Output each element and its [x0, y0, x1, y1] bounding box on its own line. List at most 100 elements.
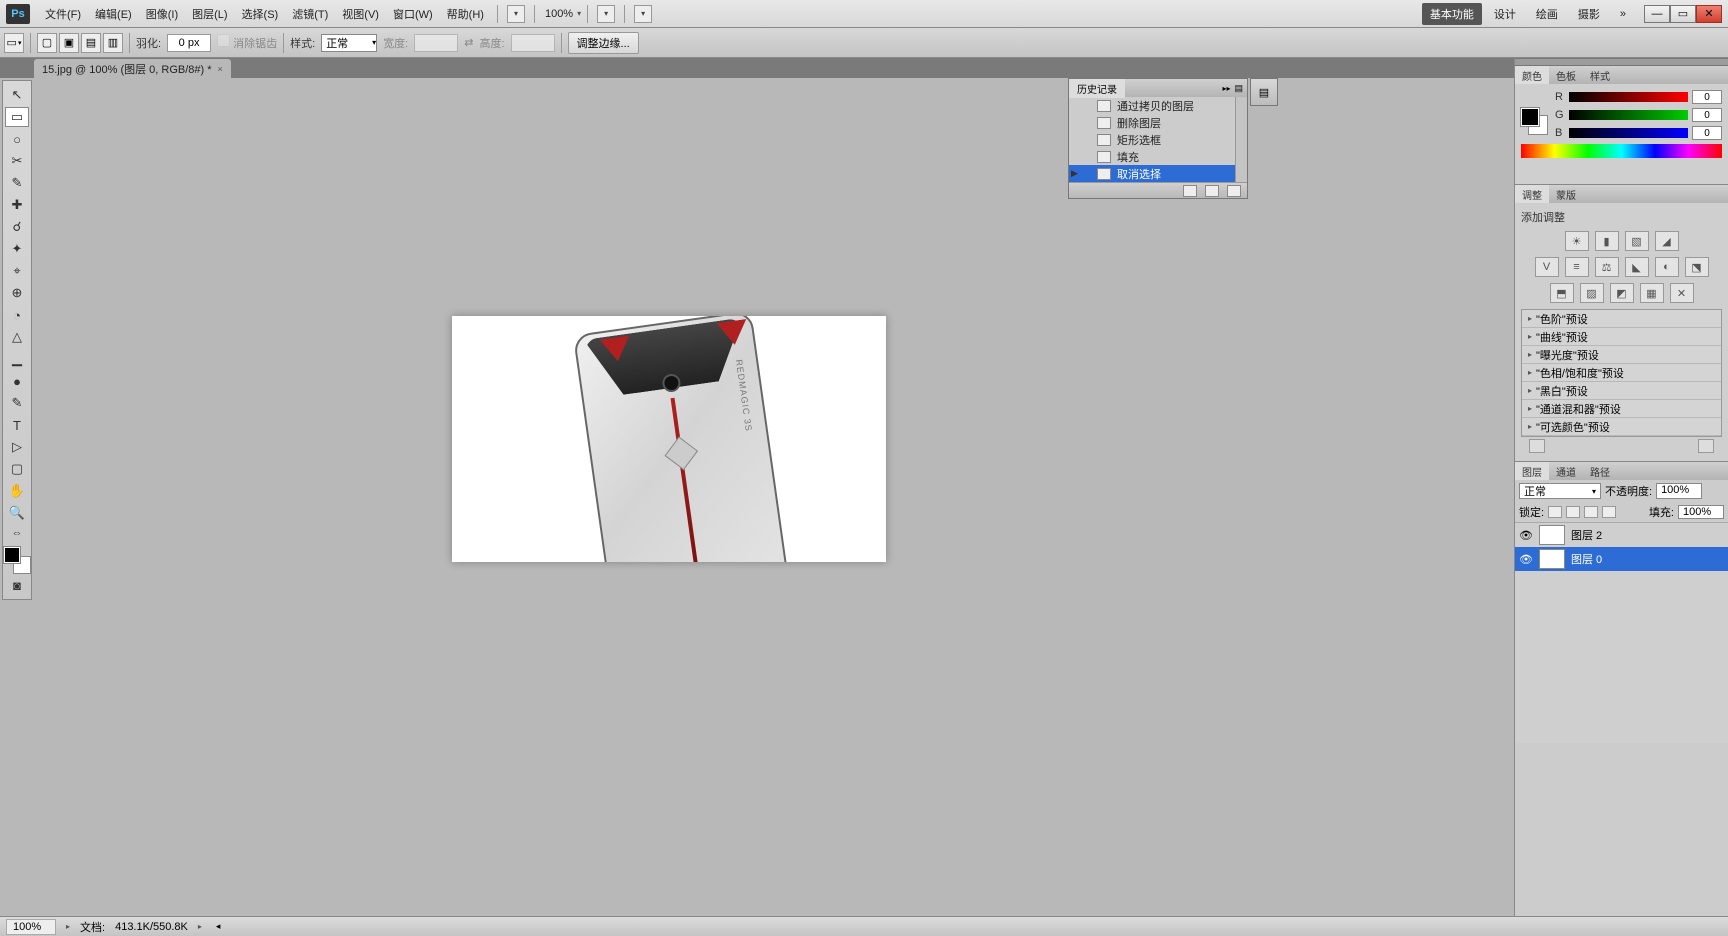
hscroll-left-icon[interactable]: ◂: [216, 921, 221, 932]
selection-new-icon[interactable]: ▢: [37, 33, 57, 53]
adj-brightness-icon[interactable]: ☀: [1565, 231, 1589, 251]
preset-curves[interactable]: "曲线"预设: [1522, 328, 1721, 346]
adj-selectivecolor-icon[interactable]: ✕: [1670, 283, 1694, 303]
quick-select-tool[interactable]: ✂: [5, 151, 29, 171]
lock-transparent-icon[interactable]: [1548, 506, 1562, 518]
history-step[interactable]: 通过拷贝的图层: [1069, 97, 1247, 114]
menu-file[interactable]: 文件(F): [38, 4, 88, 24]
status-info-arrow-icon[interactable]: ▸: [198, 922, 202, 931]
tab-swatches[interactable]: 色板: [1549, 66, 1583, 84]
layer-thumbnail[interactable]: [1539, 549, 1565, 569]
layer-thumbnail[interactable]: [1539, 525, 1565, 545]
selection-intersect-icon[interactable]: ▥: [103, 33, 123, 53]
lock-pixels-icon[interactable]: [1566, 506, 1580, 518]
layer-visibility-icon[interactable]: 👁: [1519, 552, 1533, 566]
feather-input[interactable]: [167, 34, 211, 52]
adj-photofilter-icon[interactable]: ◐: [1655, 257, 1679, 277]
menu-help[interactable]: 帮助(H): [440, 4, 491, 24]
history-dock-icon[interactable]: ▤: [1250, 78, 1278, 106]
adj-exposure-icon[interactable]: ◢: [1655, 231, 1679, 251]
adj-curves-icon[interactable]: ▧: [1625, 231, 1649, 251]
blue-value-input[interactable]: [1692, 126, 1722, 140]
tab-paths[interactable]: 路径: [1583, 462, 1617, 480]
history-step[interactable]: ▶取消选择: [1069, 165, 1247, 182]
menu-window[interactable]: 窗口(W): [386, 4, 440, 24]
adj-bw-icon[interactable]: ◣: [1625, 257, 1649, 277]
canvas-area[interactable]: REDMAGIC 3S: [34, 78, 1486, 914]
layer-name[interactable]: 图层 2: [1571, 527, 1602, 543]
window-close-button[interactable]: ✕: [1696, 5, 1722, 23]
path-select-tool[interactable]: ▷: [5, 437, 29, 457]
preset-levels[interactable]: "色阶"预设: [1522, 310, 1721, 328]
document-tab[interactable]: 15.jpg @ 100% (图层 0, RGB/8#) * ×: [34, 59, 231, 78]
tab-adjustments[interactable]: 调整: [1515, 185, 1549, 203]
tab-channels[interactable]: 通道: [1549, 462, 1583, 480]
lock-all-icon[interactable]: [1602, 506, 1616, 518]
history-delete-icon[interactable]: [1227, 185, 1241, 197]
selection-subtract-icon[interactable]: ▤: [81, 33, 101, 53]
lock-position-icon[interactable]: [1584, 506, 1598, 518]
quickmask-tool[interactable]: ◙: [5, 575, 29, 595]
preset-channelmixer[interactable]: "通道混和器"预设: [1522, 400, 1721, 418]
tool-preset-dropdown[interactable]: ▭: [4, 33, 24, 53]
adj-colorbalance-icon[interactable]: ⚖: [1595, 257, 1619, 277]
menu-select[interactable]: 选择(S): [235, 4, 286, 24]
history-step[interactable]: 删除图层: [1069, 114, 1247, 131]
workspace-more[interactable]: »: [1612, 5, 1634, 23]
history-snapshot-icon[interactable]: [1183, 185, 1197, 197]
red-value-input[interactable]: [1692, 90, 1722, 104]
tab-styles[interactable]: 样式: [1583, 66, 1617, 84]
adj-clip-icon[interactable]: [1698, 439, 1714, 453]
history-tab[interactable]: 历史记录: [1069, 79, 1125, 98]
healing-tool[interactable]: ☌: [5, 217, 29, 237]
type-tool[interactable]: T: [5, 415, 29, 435]
panel-collapse-icon[interactable]: ▸▸: [1222, 84, 1234, 93]
history-brush-tool[interactable]: ⊕: [5, 283, 29, 303]
preset-bw[interactable]: "黑白"预设: [1522, 382, 1721, 400]
lasso-tool[interactable]: ○: [5, 129, 29, 149]
hand-tool[interactable]: ✋: [5, 481, 29, 501]
dodge-tool[interactable]: ●: [5, 371, 29, 391]
layer-visibility-icon[interactable]: 👁: [1519, 528, 1533, 542]
zoom-display[interactable]: 100%: [541, 7, 577, 21]
foreground-color-swatch[interactable]: [4, 547, 20, 563]
menu-edit[interactable]: 编辑(E): [88, 4, 139, 24]
adj-vibrance-icon[interactable]: V: [1535, 257, 1559, 277]
history-scrollbar[interactable]: [1235, 97, 1247, 182]
history-step[interactable]: 填充: [1069, 148, 1247, 165]
zoom-tool[interactable]: 🔍: [5, 503, 29, 523]
panel-menu-icon[interactable]: ▤: [1234, 83, 1247, 94]
status-zoom-arrow-icon[interactable]: ▸: [66, 922, 70, 931]
menu-view[interactable]: 视图(V): [335, 4, 386, 24]
marquee-tool[interactable]: ▭: [5, 107, 29, 127]
workspace-photography[interactable]: 摄影: [1570, 3, 1608, 25]
adj-channelmixer-icon[interactable]: ⬔: [1685, 257, 1709, 277]
adj-levels-icon[interactable]: ▮: [1595, 231, 1619, 251]
menu-filter[interactable]: 滤镜(T): [285, 4, 335, 24]
document-tab-close-icon[interactable]: ×: [218, 64, 223, 74]
blend-mode-select[interactable]: 正常▾: [1519, 483, 1601, 499]
preset-selectivecolor[interactable]: "可选颜色"预设: [1522, 418, 1721, 436]
layer-name[interactable]: 图层 0: [1571, 551, 1602, 567]
layer-row[interactable]: 👁 图层 2: [1515, 523, 1728, 547]
screen-mode-dropdown[interactable]: [634, 5, 652, 23]
adj-return-icon[interactable]: [1529, 439, 1545, 453]
style-select[interactable]: 正常 ▾: [321, 34, 377, 52]
menu-layer[interactable]: 图层(L): [185, 4, 234, 24]
tab-color[interactable]: 颜色: [1515, 66, 1549, 84]
adj-threshold-icon[interactable]: ◩: [1610, 283, 1634, 303]
blur-tool[interactable]: ▁: [5, 349, 29, 369]
brush-tool[interactable]: ✦: [5, 239, 29, 259]
selection-add-icon[interactable]: ▣: [59, 33, 79, 53]
fill-input[interactable]: 100%: [1678, 505, 1724, 519]
color-spectrum[interactable]: [1521, 144, 1722, 158]
adj-invert-icon[interactable]: ⬒: [1550, 283, 1574, 303]
preset-exposure[interactable]: "曝光度"预设: [1522, 346, 1721, 364]
history-step[interactable]: 矩形选框: [1069, 131, 1247, 148]
launch-dropdown[interactable]: [507, 5, 525, 23]
layer-row[interactable]: 👁 图层 0: [1515, 547, 1728, 571]
workspace-painting[interactable]: 绘画: [1528, 3, 1566, 25]
red-slider[interactable]: [1569, 92, 1688, 102]
history-panel[interactable]: 历史记录 ▸▸ ▤ 通过拷贝的图层 删除图层 矩形选框 填充 ▶取消选择: [1068, 78, 1248, 199]
status-zoom[interactable]: 100%: [6, 919, 56, 935]
